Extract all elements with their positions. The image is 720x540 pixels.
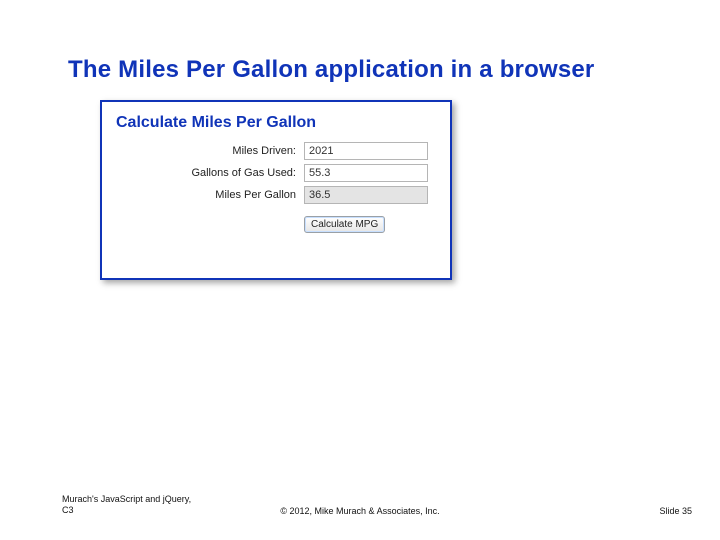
label-mpg: Miles Per Gallon	[116, 189, 304, 201]
browser-window: Calculate Miles Per Gallon Miles Driven:…	[100, 100, 452, 280]
input-gallons-used[interactable]	[304, 164, 428, 182]
window-heading: Calculate Miles Per Gallon	[116, 114, 436, 132]
calculate-mpg-button[interactable]: Calculate MPG	[304, 216, 385, 233]
row-mpg: Miles Per Gallon	[116, 186, 436, 204]
footer-right: Slide 35	[659, 506, 692, 516]
label-gallons-used: Gallons of Gas Used:	[116, 167, 304, 179]
output-mpg	[304, 186, 428, 204]
footer-center: © 2012, Mike Murach & Associates, Inc.	[0, 506, 720, 516]
row-button: Calculate MPG	[116, 216, 436, 233]
row-gallons-used: Gallons of Gas Used:	[116, 164, 436, 182]
slide-footer: Murach's JavaScript and jQuery, C3 © 201…	[0, 488, 720, 516]
slide-title: The Miles Per Gallon application in a br…	[68, 56, 680, 84]
row-miles-driven: Miles Driven:	[116, 142, 436, 160]
form: Miles Driven: Gallons of Gas Used: Miles…	[116, 142, 436, 233]
footer-left-line1: Murach's JavaScript and jQuery,	[62, 494, 191, 504]
input-miles-driven[interactable]	[304, 142, 428, 160]
label-miles-driven: Miles Driven:	[116, 145, 304, 157]
